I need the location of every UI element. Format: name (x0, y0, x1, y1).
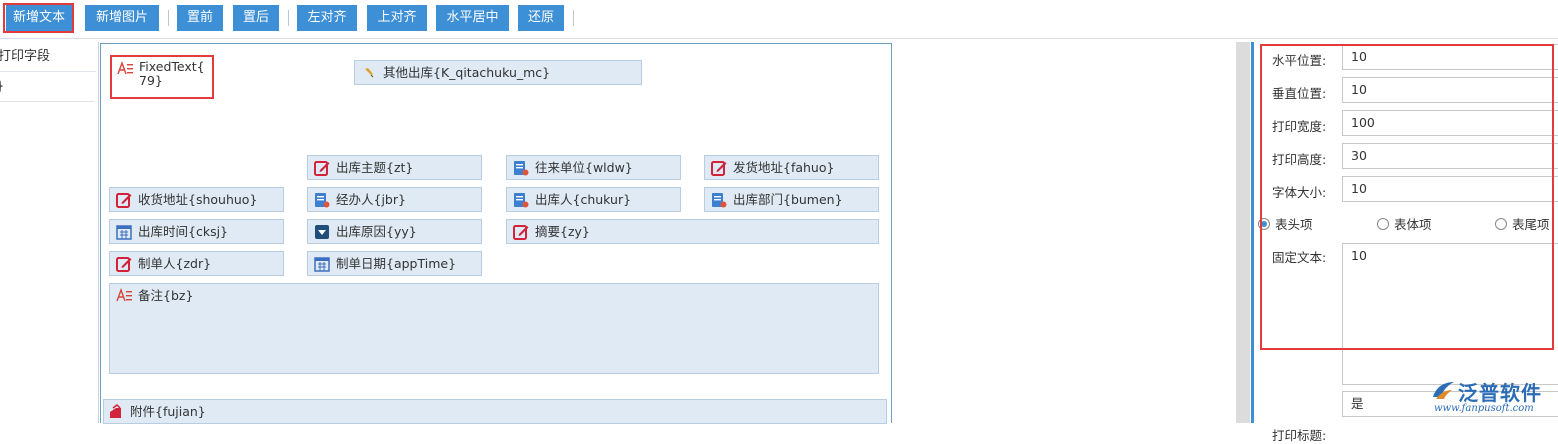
user-card-icon (315, 193, 330, 208)
user-card-icon (514, 161, 529, 176)
edit-icon (116, 193, 132, 208)
fixed-text-line2: 79} (139, 73, 163, 88)
field-yy[interactable]: 出库原因{yy} (307, 219, 482, 244)
edit-icon (314, 161, 330, 176)
field-list-header: 打印字段 (0, 42, 96, 72)
field-cksj[interactable]: 出库时间{cksj} (109, 219, 284, 244)
radio-unselected-icon (1377, 217, 1389, 230)
print-design-canvas[interactable]: FixedText{ 79} 其他出库{K_qitachuku_mc} 出库主题… (100, 43, 892, 424)
print-title-label: 打印标题: (1272, 428, 1327, 443)
radio-body-item[interactable]: 表体项 (1377, 214, 1432, 233)
radio-header-item[interactable]: 表头项 (1258, 214, 1313, 233)
field-label: 其他出库{K_qitachuku_mc} (383, 65, 551, 80)
add-text-button[interactable]: 新增文本 (6, 5, 72, 31)
properties-panel: 水平位置: 10 垂直位置: 10 打印宽度: 100 打印高度: 30 字体大… (1251, 42, 1558, 443)
brand-logo-icon (1433, 382, 1454, 399)
add-image-button[interactable]: 新增图片 (85, 5, 159, 31)
fixed-text-textarea[interactable]: 10 (1342, 243, 1558, 385)
pencil-icon (365, 68, 374, 78)
field-list-panel: 打印字段 } (0, 42, 99, 423)
user-card-icon (514, 193, 529, 208)
field-list-item[interactable]: } (0, 72, 94, 102)
toolbar: 新增文本 新增图片 置前 置后 左对齐 上对齐 水平居中 还原 (0, 0, 1558, 39)
field-label: 出库主题{zt} (336, 160, 414, 175)
brand-name: 泛普软件 (1458, 381, 1542, 405)
field-label: 制单日期{appTime} (336, 256, 457, 271)
field-jbr[interactable]: 经办人{jbr} (307, 187, 482, 212)
print-height-label: 打印高度: (1272, 152, 1327, 167)
toolbar-divider (573, 10, 574, 26)
font-size-label: 字体大小: (1272, 185, 1327, 200)
field-apptime[interactable]: 制单日期{appTime} (307, 251, 482, 276)
toolbar-divider (288, 10, 289, 26)
font-size-input[interactable]: 10 (1342, 176, 1558, 202)
field-label: 制单人{zdr} (138, 256, 212, 271)
field-label: 出库时间{cksj} (138, 224, 229, 239)
field-shouhuo[interactable]: 收货地址{shouhuo} (109, 187, 284, 212)
text-lines-icon (117, 61, 133, 75)
print-height-input[interactable]: 30 (1342, 143, 1558, 169)
fixed-text-element[interactable]: FixedText{ 79} (115, 60, 215, 100)
y-position-label: 垂直位置: (1272, 86, 1327, 101)
edit-icon (711, 161, 727, 176)
field-label: 往来单位{wldw} (535, 160, 633, 175)
calendar-icon (116, 225, 132, 240)
print-width-label: 打印宽度: (1272, 119, 1327, 134)
field-label: 附件{fujian} (130, 404, 206, 419)
field-chukur[interactable]: 出库人{chukur} (506, 187, 681, 212)
edit-icon (116, 257, 132, 272)
calendar-icon (314, 257, 330, 272)
align-left-button[interactable]: 左对齐 (297, 5, 357, 31)
user-card-icon (712, 193, 727, 208)
field-label: 经办人{jbr} (336, 192, 406, 207)
radio-label: 表体项 (1394, 217, 1432, 232)
radio-footer-item[interactable]: 表尾项 (1495, 214, 1550, 233)
field-bz[interactable]: 备注{bz} (109, 283, 879, 374)
x-position-input[interactable]: 10 (1342, 44, 1558, 70)
field-qitachuku[interactable]: 其他出库{K_qitachuku_mc} (354, 60, 642, 85)
scrollbar[interactable] (1236, 42, 1250, 423)
text-lines-icon (116, 288, 132, 302)
toolbar-divider (168, 10, 169, 26)
field-label: 摘要{zy} (535, 224, 590, 239)
send-back-button[interactable]: 置后 (233, 5, 279, 31)
x-position-label: 水平位置: (1272, 53, 1327, 68)
field-zdr[interactable]: 制单人{zdr} (109, 251, 284, 276)
fixed-text-label: 固定文本: (1272, 250, 1327, 265)
field-zt[interactable]: 出库主题{zt} (307, 155, 482, 180)
radio-unselected-icon (1495, 217, 1507, 230)
radio-label: 表头项 (1275, 217, 1313, 232)
field-fahuo[interactable]: 发货地址{fahuo} (704, 155, 879, 180)
fixed-text-line1: FixedText{ (139, 59, 205, 74)
field-label: 备注{bz} (138, 288, 194, 303)
y-position-input[interactable]: 10 (1342, 77, 1558, 103)
brand-url: www.fanpusoft.com (1434, 403, 1534, 414)
align-top-button[interactable]: 上对齐 (367, 5, 427, 31)
field-label: 出库部门{bumen} (733, 192, 843, 207)
field-label: 收货地址{shouhuo} (138, 192, 258, 207)
field-zy[interactable]: 摘要{zy} (506, 219, 879, 244)
print-width-input[interactable]: 100 (1342, 110, 1558, 136)
center-horizontal-button[interactable]: 水平居中 (436, 5, 509, 31)
field-label: 出库原因{yy} (336, 224, 417, 239)
radio-label: 表尾项 (1512, 217, 1550, 232)
radio-selected-icon (1258, 217, 1270, 230)
field-label: 发货地址{fahuo} (733, 160, 835, 175)
field-label: 出库人{chukur} (535, 192, 632, 207)
field-fujian[interactable]: 附件{fujian} (103, 399, 887, 424)
attachment-icon (110, 404, 121, 418)
field-wldw[interactable]: 往来单位{wldw} (506, 155, 681, 180)
brand-logo: 泛普软件 www.fanpusoft.com (1430, 377, 1555, 417)
bring-front-button[interactable]: 置前 (177, 5, 223, 31)
dropdown-icon (315, 225, 329, 239)
restore-button[interactable]: 还原 (518, 5, 564, 31)
edit-icon (513, 225, 529, 240)
field-bumen[interactable]: 出库部门{bumen} (704, 187, 879, 212)
